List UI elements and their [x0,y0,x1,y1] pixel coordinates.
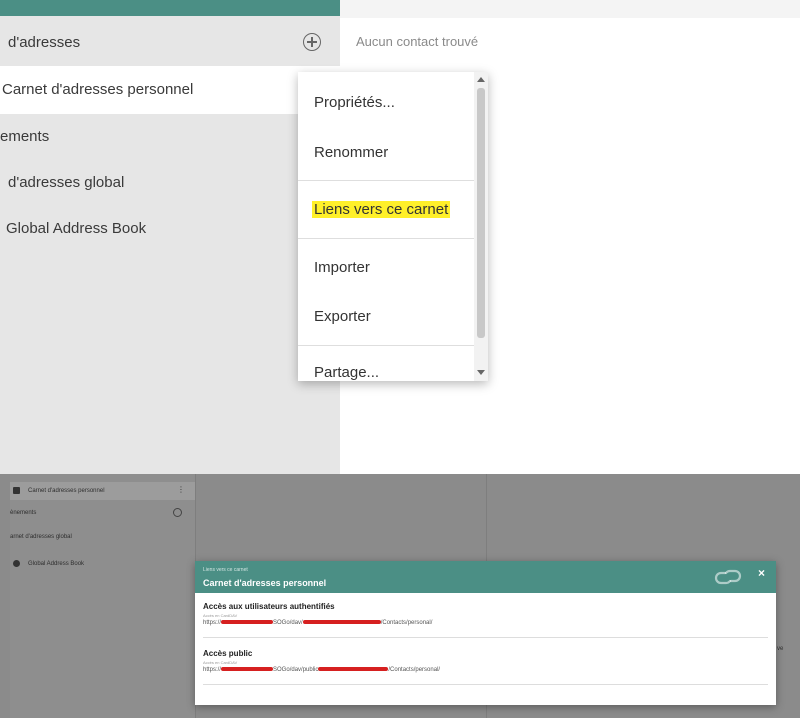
dialog-subtitle: Liens vers ce carnet [203,567,248,573]
section-label: Accès aux utilisateurs authentifiés [203,602,335,611]
public-url[interactable]: https:// SOGo/dav/public/Contacts/persona… [203,667,768,673]
dialog-title: Carnet d'adresses personnel [203,578,327,588]
menu-item-share[interactable]: Partage... [314,364,379,381]
links-dialog: Liens vers ce carnet Carnet d'adresses p… [195,561,776,705]
dimmed-sidebar-label: ènements [10,510,37,516]
section-sublabel: Accès en CardDAV [203,613,238,618]
sidebar-accent-bar [0,0,340,16]
section-sublabel: Accès en CardDAV [203,660,238,665]
more-options-icon[interactable]: ⋮ [177,485,185,494]
section-divider [203,637,768,638]
sidebar-item-global-address-book[interactable]: Global Address Book [0,206,340,252]
url-part: SOGo/dav/public [273,667,319,673]
redaction-mark [302,620,381,625]
redaction-mark [221,667,274,672]
scroll-down-arrow-icon[interactable] [477,370,485,375]
sidebar-section-header: d'adresses [0,20,340,66]
add-circle-icon[interactable] [173,508,182,517]
sidebar: d'adresses Carnet d'adresses personnel e… [0,0,340,474]
sidebar-item-personal-addressbook[interactable]: Carnet d'adresses personnel [0,66,340,114]
url-part: https:// [203,667,222,673]
truncated-side-text: ve [777,646,784,652]
url-part: https:// [203,620,222,626]
addressbook-icon [13,486,20,494]
section-divider [203,684,768,685]
menu-item-import[interactable]: Importer [314,259,370,276]
authenticated-url[interactable]: https:// SOGo/dav/ /Contacts/personal/ [203,620,768,626]
menu-scrollbar[interactable] [474,72,488,381]
context-menu: Propriétés... Renommer Liens vers ce car… [298,72,488,381]
menu-item-properties[interactable]: Propriétés... [314,94,395,111]
sidebar-item-label: Global Address Book [6,220,147,237]
redaction-mark [318,667,389,672]
menu-item-links-to-addressbook[interactable]: Liens vers ce carnet [312,201,451,218]
dialog-header: Liens vers ce carnet Carnet d'adresses p… [195,561,776,593]
link-icon [714,569,742,585]
menu-item-rename[interactable]: Renommer [314,144,388,161]
sidebar-item-label: Carnet d'adresses personnel [2,81,194,98]
sidebar-item-label: d'adresses global [8,174,125,191]
dimmed-sidebar-item-gab[interactable]: Global Address Book [10,560,195,567]
dimmed-sidebar-item-global[interactable]: arnet d'adresses global [10,534,195,540]
empty-state-message: Aucun contact trouvé [356,34,479,49]
sidebar-item-label: ements [0,128,50,145]
menu-divider [298,345,474,346]
dimmed-sidebar-item-personal[interactable]: Carnet d'adresses personnel [10,482,195,500]
authenticated-access-section: Accès aux utilisateurs authentifiés Accè… [203,602,768,626]
main-toolbar-strip [340,0,800,18]
menu-divider [298,180,474,181]
url-part: SOGo/dav/ [273,620,303,626]
menu-item-export[interactable]: Exporter [314,308,371,325]
section-label: Accès public [203,649,253,658]
sidebar-section-label: d'adresses [8,34,81,51]
menu-divider [298,238,474,239]
add-circle-icon[interactable] [303,33,321,51]
scroll-up-arrow-icon[interactable] [477,77,485,82]
dimmed-sidebar-label: arnet d'adresses global [10,534,72,540]
dimmed-sidebar-label: Global Address Book [28,561,85,568]
top-screenshot: d'adresses Carnet d'adresses personnel e… [0,0,800,474]
dimmed-sidebar-label: Carnet d'adresses personnel [28,488,105,494]
redaction-mark [221,620,274,625]
url-part: /Contacts/personal/ [388,667,441,673]
globe-icon [13,560,20,567]
scrollbar-thumb[interactable] [477,88,485,338]
sidebar-item-global-addressbook[interactable]: d'adresses global [0,160,340,206]
public-access-section: Accès public Accès en CardDAV https:// SO… [203,649,768,673]
dimmed-sidebar-item-events[interactable]: ènements [10,510,195,516]
url-part: /Contacts/personal/ [380,620,433,626]
sidebar-item-events[interactable]: ements [0,114,340,160]
close-icon[interactable]: × [758,566,765,580]
